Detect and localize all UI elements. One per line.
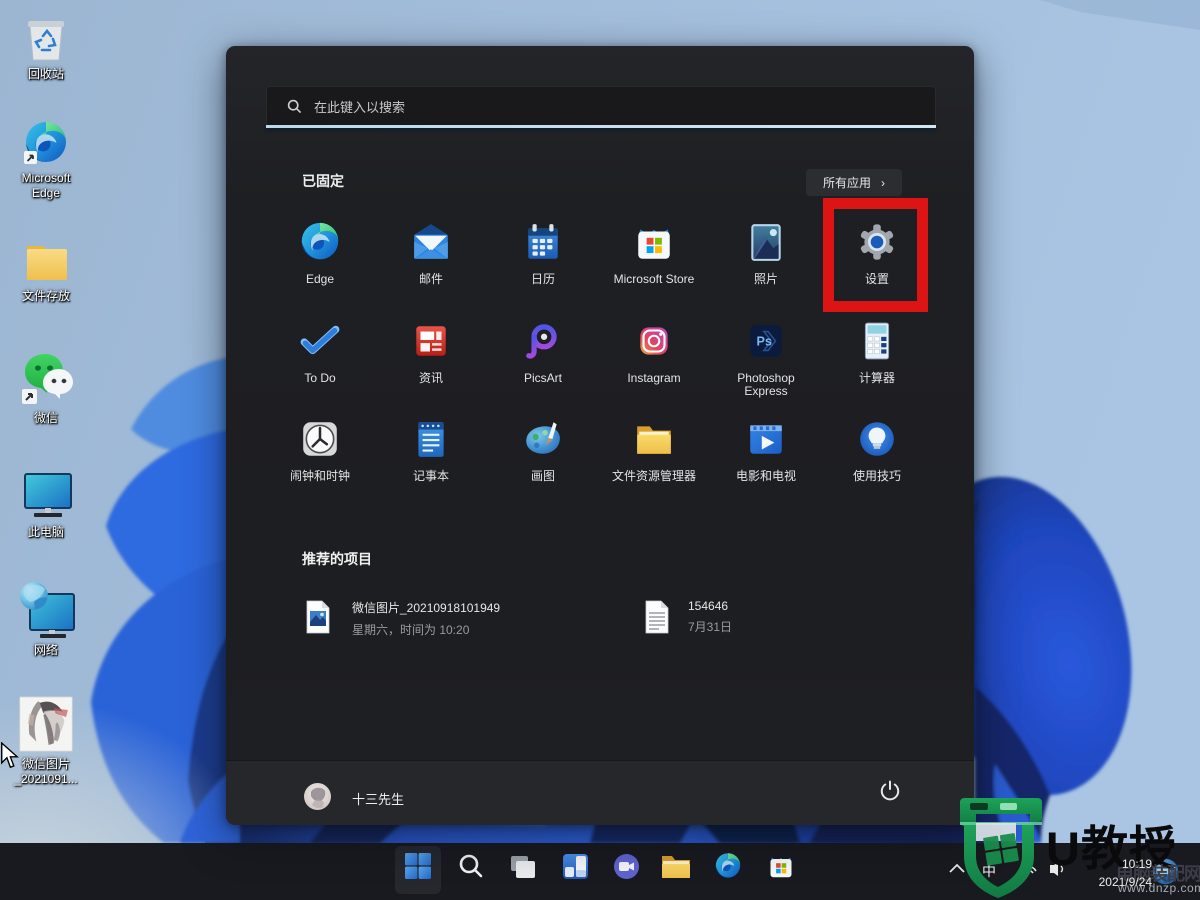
svg-text:Ps: Ps xyxy=(757,335,772,349)
